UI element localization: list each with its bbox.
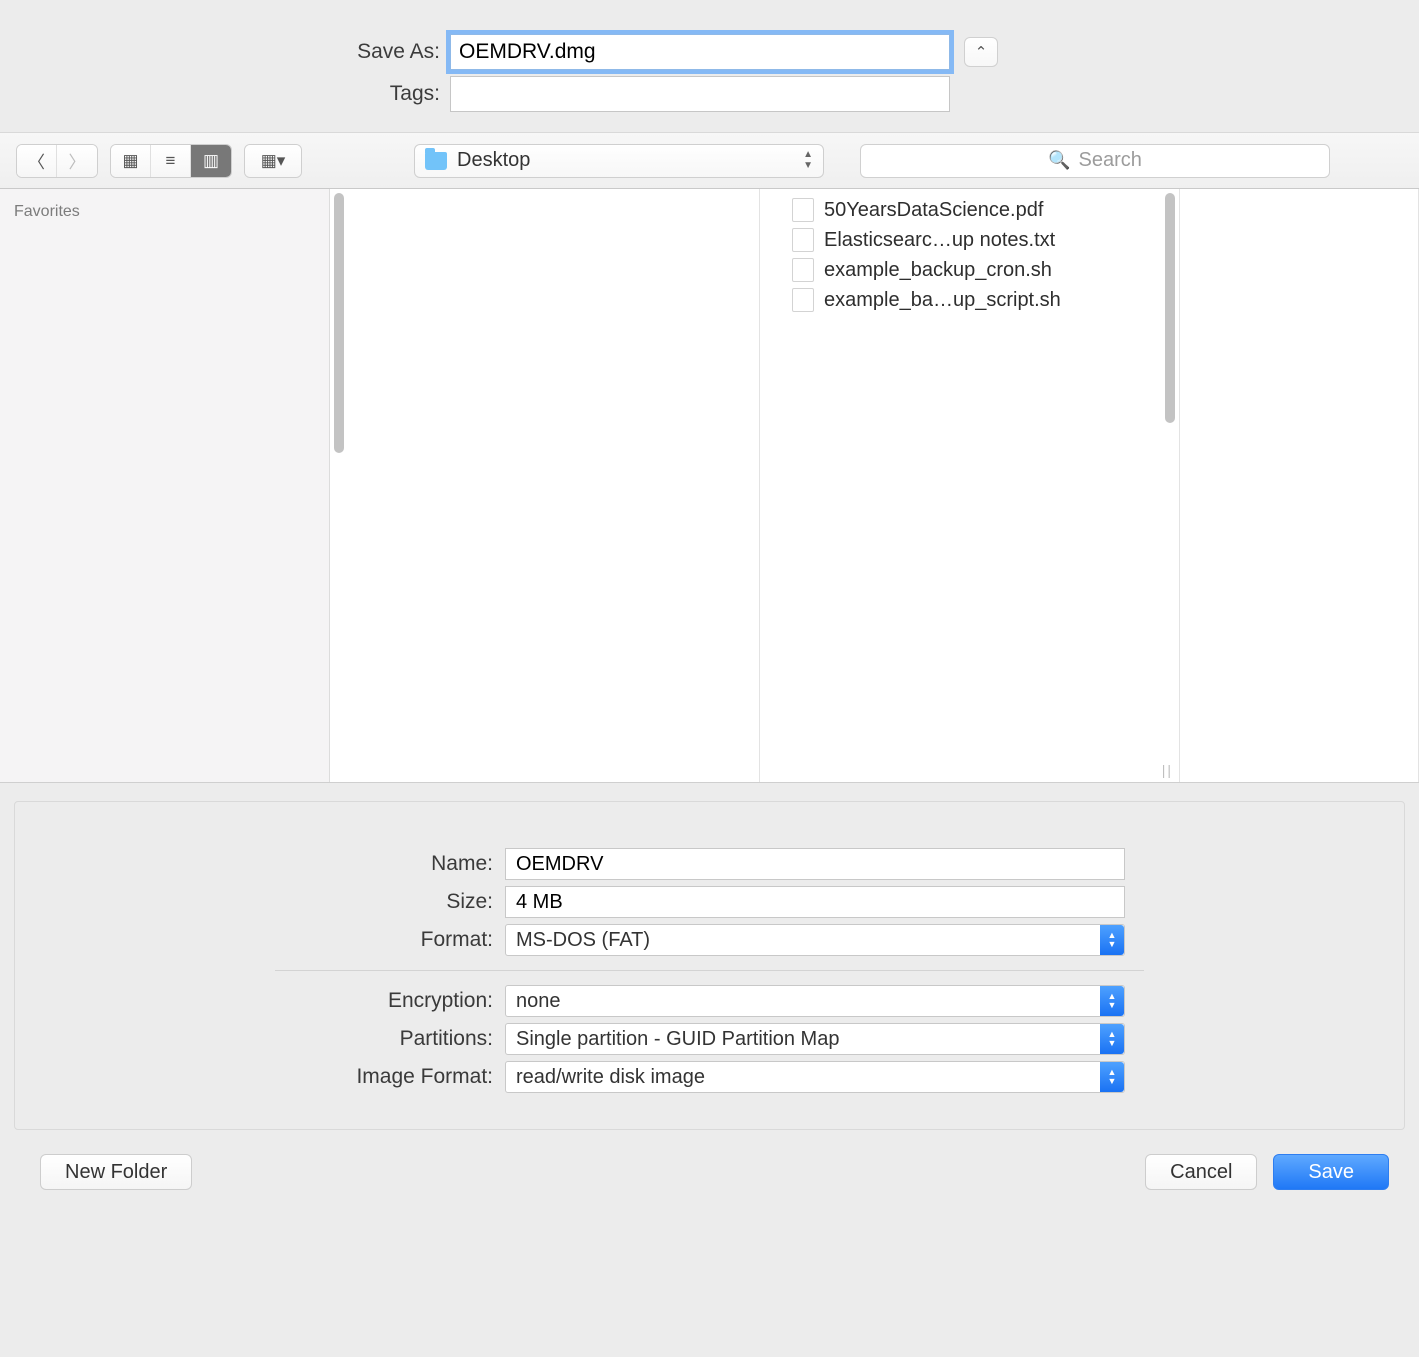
columns-icon: ▥ [203,151,219,171]
size-label: Size: [15,890,505,914]
column-resize-handle[interactable]: || [1162,762,1173,778]
expand-toggle-button[interactable]: ⌃ [964,37,998,67]
chevron-left-icon: 〈 [28,148,45,173]
name-input[interactable] [505,848,1125,880]
image-format-value: read/write disk image [516,1066,705,1089]
save-as-label: Save As: [0,40,450,64]
file-name: example_backup_cron.sh [824,259,1052,282]
updown-icon: ▲▼ [803,149,813,171]
image-format-label: Image Format: [15,1065,505,1089]
encryption-label: Encryption: [15,989,505,1013]
tags-input[interactable] [450,76,950,112]
search-input[interactable]: 🔍 Search [860,144,1330,178]
footer: New Folder Cancel Save [0,1130,1419,1190]
search-icon: 🔍 [1048,150,1070,171]
tags-label: Tags: [0,82,450,106]
forward-button[interactable]: 〉 [57,145,97,177]
list-view-button[interactable]: ≡ [151,145,191,177]
file-list: 50YearsDataScience.pdf Elasticsearc…up n… [760,189,1179,315]
favorites-header: Favorites [14,203,315,221]
search-placeholder: Search [1079,149,1142,172]
file-icon [792,258,814,282]
folder-icon [425,152,447,170]
back-button[interactable]: 〈 [17,145,57,177]
grid-dropdown-icon: ▦▾ [261,151,286,171]
updown-icon: ▲▼ [1100,925,1124,955]
updown-icon: ▲▼ [1100,1024,1124,1054]
file-icon [792,198,814,222]
encryption-value: none [516,990,561,1013]
updown-icon: ▲▼ [1100,986,1124,1016]
column-2[interactable]: 50YearsDataScience.pdf Elasticsearc…up n… [760,189,1180,782]
location-label: Desktop [457,149,530,172]
grid-icon: ▦ [122,151,138,171]
list-icon: ≡ [166,151,176,171]
file-name: 50YearsDataScience.pdf [824,199,1043,222]
file-icon [792,288,814,312]
name-label: Name: [15,852,505,876]
format-value: MS-DOS (FAT) [516,929,650,952]
chevron-right-icon: 〉 [69,148,86,173]
file-icon [792,228,814,252]
file-name: Elasticsearc…up notes.txt [824,229,1055,252]
column-1[interactable] [330,189,760,782]
file-item[interactable]: example_ba…up_script.sh [792,285,1179,315]
partitions-select[interactable]: Single partition - GUID Partition Map ▲▼ [505,1023,1125,1055]
scrollbar-thumb[interactable] [1165,193,1175,423]
column-3[interactable] [1180,189,1419,782]
divider [275,970,1144,971]
view-mode-buttons: ▦ ≡ ▥ [110,144,232,178]
chevron-up-icon: ⌃ [975,43,988,61]
toolbar: 〈 〉 ▦ ≡ ▥ ▦▾ Desktop ▲▼ 🔍 Search [0,133,1419,189]
partitions-value: Single partition - GUID Partition Map [516,1028,839,1051]
file-item[interactable]: 50YearsDataScience.pdf [792,195,1179,225]
scrollbar-thumb[interactable] [334,193,344,453]
image-format-select[interactable]: read/write disk image ▲▼ [505,1061,1125,1093]
file-name: example_ba…up_script.sh [824,289,1061,312]
partitions-label: Partitions: [15,1027,505,1051]
size-input[interactable] [505,886,1125,918]
format-label: Format: [15,928,505,952]
save-as-input[interactable] [450,34,950,70]
format-select[interactable]: MS-DOS (FAT) ▲▼ [505,924,1125,956]
file-item[interactable]: Elasticsearc…up notes.txt [792,225,1179,255]
group-by-button[interactable]: ▦▾ [244,144,302,178]
nav-buttons: 〈 〉 [16,144,98,178]
save-button[interactable]: Save [1273,1154,1389,1190]
save-header: Save As: ⌃ Tags: [0,18,1419,133]
cancel-button[interactable]: Cancel [1145,1154,1257,1190]
icon-view-button[interactable]: ▦ [111,145,151,177]
file-browser: Favorites 50YearsDataScience.pdf Elastic… [0,189,1419,783]
encryption-select[interactable]: none ▲▼ [505,985,1125,1017]
new-folder-button[interactable]: New Folder [40,1154,192,1190]
column-view-button[interactable]: ▥ [191,145,231,177]
file-item[interactable]: example_backup_cron.sh [792,255,1179,285]
updown-icon: ▲▼ [1100,1062,1124,1092]
location-dropdown[interactable]: Desktop ▲▼ [414,144,824,178]
sidebar: Favorites [0,189,330,782]
options-panel: Name: Size: Format: MS-DOS (FAT) ▲▼ Encr… [14,801,1405,1130]
